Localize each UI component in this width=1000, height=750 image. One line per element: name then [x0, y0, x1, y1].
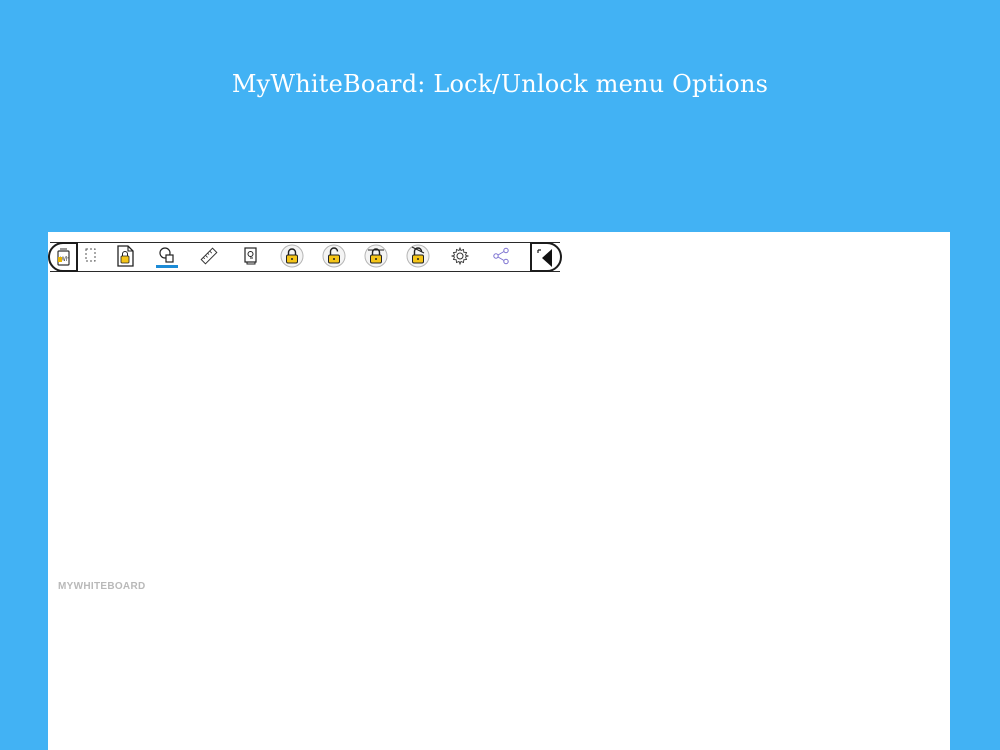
app-logo-icon: Wh [55, 248, 73, 272]
ruler-tool-button[interactable] [196, 243, 222, 269]
lock-button[interactable] [279, 243, 305, 269]
shapes-icon [156, 245, 178, 267]
document-lock-button[interactable] [112, 243, 138, 269]
settings-icon [450, 246, 470, 266]
document-lock-icon [113, 244, 137, 268]
lock-all-icon [364, 244, 388, 268]
whiteboard-canvas[interactable]: Wh MYWHITEBOARD [48, 232, 950, 750]
collapse-toolbar-icon [536, 247, 558, 273]
share-icon [491, 246, 511, 266]
ruler-icon [199, 246, 219, 266]
select-tool-button[interactable] [78, 243, 104, 269]
page-headline: MyWhiteBoard: Lock/Unlock menu Options [231, 70, 769, 98]
lock-all-button[interactable] [363, 243, 389, 269]
unlock-all-button[interactable] [405, 243, 431, 269]
stamp-tool-button[interactable] [238, 243, 264, 269]
settings-button[interactable] [447, 243, 473, 269]
lock-icon [280, 244, 304, 268]
stamp-icon [241, 246, 261, 266]
unlock-button[interactable] [321, 243, 347, 269]
watermark-logo: MYWHITEBOARD [58, 581, 146, 592]
active-tool-indicator [156, 265, 178, 268]
unlock-all-icon [406, 244, 430, 268]
toolbar-left-cap[interactable]: Wh [48, 241, 78, 272]
collapse-toolbar-button[interactable] [530, 241, 562, 273]
unlock-icon [322, 244, 346, 268]
toolbar: Wh [48, 241, 562, 273]
share-button[interactable] [488, 243, 514, 269]
select-icon [83, 246, 99, 266]
